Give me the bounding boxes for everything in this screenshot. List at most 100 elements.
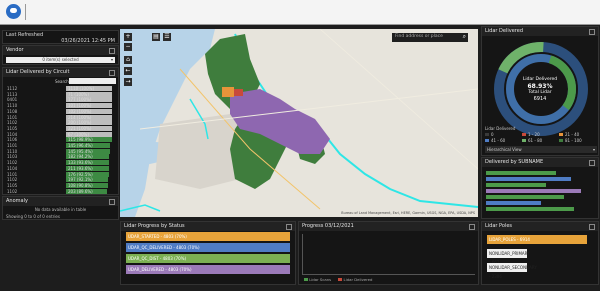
- circuit-value: 108 (90.8%): [68, 182, 93, 188]
- map-search-placeholder: Find address or place: [395, 34, 443, 39]
- poles-bar[interactable]: NONLIDAR_PRIMARY - 667: [487, 249, 530, 265]
- view-select[interactable]: Hierarchical View ▾: [485, 146, 597, 153]
- table-row[interactable]: 1106 115 (98.9%): [5, 137, 116, 143]
- panel-menu-icon[interactable]: [589, 224, 595, 230]
- table-row[interactable]: 1110 101 (100%): [5, 103, 116, 109]
- circuit-id: 1110: [7, 103, 18, 109]
- poles-bar[interactable]: NONLIDAR_SECONDARY - 2306: [487, 263, 537, 279]
- poles-bar[interactable]: LIDAR_POLES - 6914: [487, 235, 587, 244]
- status-bar[interactable]: UDAR_QC_DIST - 4803 (70%): [126, 254, 290, 263]
- legend-item: 21 - 40: [559, 132, 579, 137]
- vendor-select[interactable]: 0 item(s) selected ▾: [6, 57, 115, 63]
- subname-bar: [486, 189, 581, 193]
- forward-arrow-icon[interactable]: →: [124, 78, 132, 86]
- progress-date-title: Progress 03/12/2021: [299, 222, 478, 231]
- circuit-id: 1102: [7, 120, 18, 126]
- table-row[interactable]: 1108 102 (100%): [5, 108, 116, 114]
- legend-swatch: [559, 139, 563, 142]
- subname-bar: [486, 183, 546, 187]
- table-row[interactable]: 0401 177 (100%): [5, 97, 116, 103]
- circuit-panel: Lidar Delivered by Circuit Search 1112 11…: [2, 67, 119, 195]
- table-row[interactable]: 1105 221 (100%): [5, 125, 116, 131]
- circuit-panel-title: Lidar Delivered by Circuit: [3, 68, 118, 77]
- circuit-id: 1112: [7, 86, 18, 91]
- panel-menu-icon[interactable]: [589, 160, 595, 166]
- back-arrow-icon[interactable]: ←: [124, 67, 132, 75]
- circuit-id: 1103: [7, 154, 18, 160]
- circuit-value: 177 (100%): [68, 97, 92, 103]
- coverage-red: [234, 89, 243, 96]
- layers-icon[interactable]: ▤: [152, 33, 160, 41]
- circuit-search-input[interactable]: [69, 78, 116, 84]
- circuit-id: 1101: [7, 114, 18, 120]
- legend-scans: Lidar Scans: [309, 277, 332, 282]
- search-icon[interactable]: ⌕: [463, 33, 466, 41]
- table-row[interactable]: 1101 214 (100%): [5, 114, 116, 120]
- table-row[interactable]: 1102 200 (100%): [5, 120, 116, 126]
- panel-menu-icon[interactable]: [109, 70, 115, 76]
- table-row[interactable]: 1102 203 (89.6%): [5, 188, 116, 194]
- anomaly-footer: Showing 0 to 0 of 0 entries: [6, 214, 60, 219]
- table-row[interactable]: 1101 145 (96.4%): [5, 143, 116, 148]
- chevron-down-icon: ▾: [110, 57, 113, 62]
- table-row[interactable]: 1113 71 (100%): [5, 91, 116, 97]
- circuit-value: 102 (100%): [68, 108, 92, 114]
- table-row[interactable]: 1103 182 (94.2%): [5, 154, 116, 160]
- table-row[interactable]: 1110 145 (95.4%): [5, 148, 116, 154]
- legend-icon[interactable]: ☰: [163, 33, 171, 41]
- circuit-value: 145 (96.4%): [68, 143, 93, 148]
- table-row[interactable]: 1101 176 (92.5%): [5, 171, 116, 177]
- home-icon[interactable]: ⌂: [124, 56, 132, 64]
- status-bar[interactable]: UDAR_DELIVERED - 4803 (70%): [126, 265, 290, 274]
- panel-menu-icon[interactable]: [589, 29, 595, 35]
- table-row[interactable]: 1104 211 (93.6%): [5, 165, 116, 171]
- table-row[interactable]: 1112 1110 (100%): [5, 86, 116, 91]
- table-row[interactable]: 1105 108 (90.8%): [5, 182, 116, 188]
- circuit-value: 133 (93.6%): [68, 160, 93, 166]
- map-attribution: Bureau of Land Management, Esri, HERE, G…: [341, 211, 475, 215]
- circuit-value: 197 (92.1%): [68, 177, 93, 183]
- table-row[interactable]: 1102 133 (93.6%): [5, 160, 116, 166]
- subname-bar: [486, 207, 574, 211]
- vendor-title: Vendor: [3, 46, 118, 55]
- status-bar[interactable]: UDAR_STARTED - 4803 (70%): [126, 232, 290, 241]
- panel-menu-icon[interactable]: [109, 48, 115, 54]
- circuit-id: 1113: [7, 91, 18, 97]
- circuit-value: 182 (94.2%): [68, 154, 93, 160]
- progress-date-panel: Progress 03/12/2021 Lidar Scans Lidar De…: [298, 221, 479, 285]
- legend-swatch: [304, 278, 308, 281]
- zoom-out-button[interactable]: −: [124, 43, 132, 51]
- circuit-value: 211 (93.6%): [68, 165, 93, 171]
- table-row[interactable]: 1102 197 (92.1%): [5, 177, 116, 183]
- last-refreshed-panel: Last Refreshed 03/26/2021 12:45 PM: [2, 30, 119, 44]
- legend-item: 81 - 100: [559, 138, 582, 143]
- circuit-value: 115 (98.9%): [68, 137, 93, 143]
- lidar-delivered-title: Lidar Delivered: [482, 27, 598, 36]
- app-top-bar: [0, 0, 600, 25]
- circuit-value: 176 (92.5%): [68, 171, 93, 177]
- circuit-value: 1110 (100%): [68, 86, 95, 91]
- circuit-id: 1102: [7, 177, 18, 183]
- anomaly-empty-text: No data available in table: [34, 207, 87, 212]
- map-view[interactable]: + − ⌂ ← → ▤ ☰ Find address or place ⌕ Bu…: [120, 29, 478, 217]
- circuit-value: 214 (100%): [68, 114, 92, 120]
- subname-bar: [486, 201, 541, 205]
- panel-menu-icon[interactable]: [286, 224, 292, 230]
- app-logo-icon[interactable]: [6, 4, 21, 19]
- circuit-id: 1105: [7, 125, 18, 131]
- map-canvas[interactable]: [120, 29, 478, 217]
- status-bar[interactable]: UDAR_QC_DELIVERED - 4803 (70%): [126, 243, 290, 252]
- table-row[interactable]: 1104 67 (100%): [5, 131, 116, 137]
- circuit-id: 1104: [7, 131, 18, 137]
- legend-swatch: [522, 133, 526, 136]
- panel-menu-icon[interactable]: [109, 199, 115, 205]
- legend-swatch: [559, 133, 563, 136]
- zoom-in-button[interactable]: +: [124, 33, 132, 41]
- secondary-road: [319, 29, 478, 170]
- subname-panel: Delivered by SUBNAME: [481, 157, 599, 219]
- circuit-id: 1101: [7, 171, 18, 177]
- map-search-input[interactable]: Find address or place ⌕: [392, 33, 468, 42]
- circuit-table: 1112 1110 (100%) 1113 71 (100%) 0401 177 (100…: [3, 86, 118, 194]
- panel-menu-icon[interactable]: [469, 224, 475, 230]
- circuit-id: 1106: [7, 137, 18, 143]
